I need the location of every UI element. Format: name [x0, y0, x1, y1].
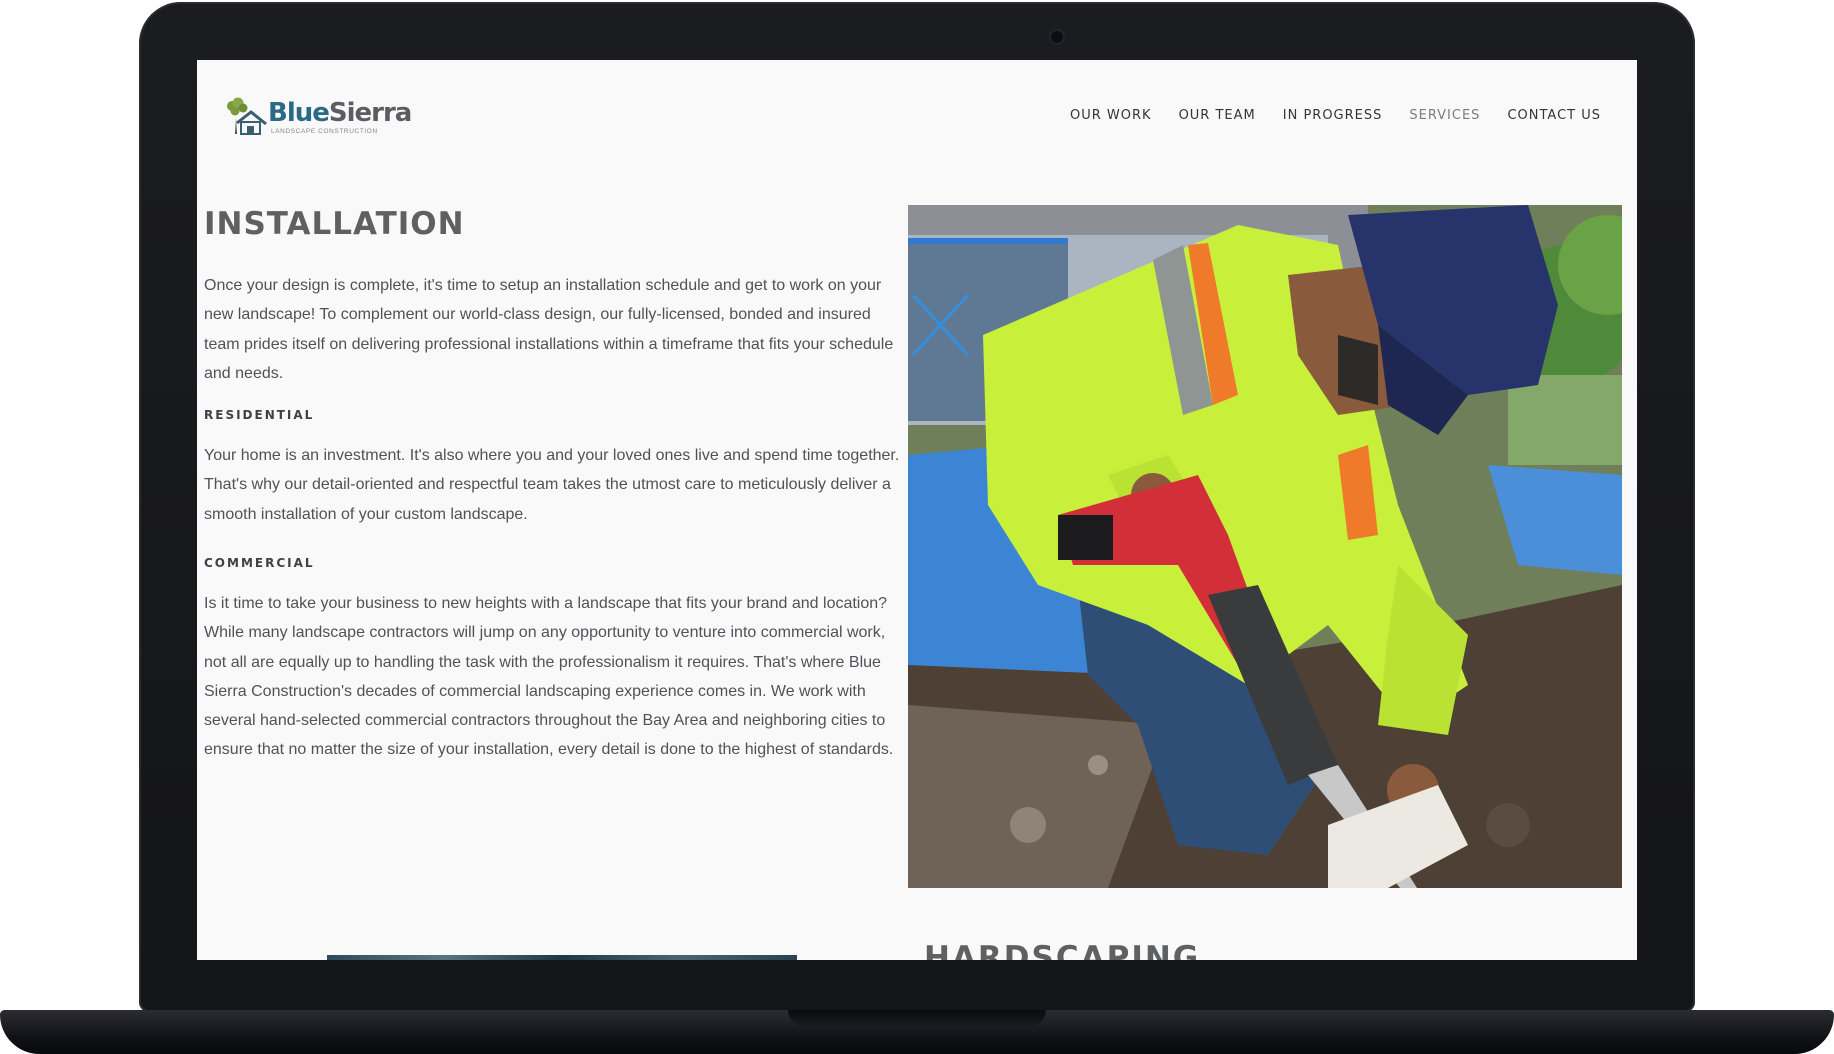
logo-wordmark: BlueSierra [268, 98, 412, 128]
camera-icon [1051, 31, 1063, 43]
logo-word-sierra: Sierra [328, 98, 412, 128]
house-tree-logo-icon [227, 97, 267, 135]
laptop-notch [788, 1010, 1046, 1026]
installation-heading: INSTALLATION [204, 206, 465, 242]
logo-word-blue: Blue [268, 98, 330, 128]
laptop-base [0, 1010, 1834, 1054]
laptop-mockup: BlueSierra LANDSCAPE CONSTRUCTION OUR WO… [0, 0, 1834, 1054]
hardscaping-heading: HARDSCAPING [924, 940, 1201, 960]
commercial-heading: COMMERCIAL [204, 556, 315, 570]
nav-in-progress[interactable]: IN PROGRESS [1283, 108, 1383, 123]
commercial-text: Is it time to take your business to new … [204, 595, 894, 759]
nav-contact-us[interactable]: CONTACT US [1507, 108, 1601, 123]
nav-our-team[interactable]: OUR TEAM [1179, 108, 1256, 123]
worker-photo [908, 205, 1622, 888]
nav-services[interactable]: SERVICES [1409, 108, 1480, 123]
nav-our-work[interactable]: OUR WORK [1070, 108, 1152, 123]
residential-text: Your home is an investment. It's also wh… [204, 447, 900, 523]
site-logo[interactable]: BlueSierra LANDSCAPE CONSTRUCTION [223, 94, 412, 138]
worker-illustration [908, 205, 1622, 888]
next-section-image-edge [327, 955, 797, 960]
website-screen: BlueSierra LANDSCAPE CONSTRUCTION OUR WO… [197, 60, 1637, 960]
installation-intro: Once your design is complete, it's time … [204, 277, 894, 382]
residential-heading: RESIDENTIAL [204, 408, 315, 422]
main-nav: OUR WORK OUR TEAM IN PROGRESS SERVICES C… [1070, 108, 1601, 123]
logo-tagline: LANDSCAPE CONSTRUCTION [271, 128, 378, 135]
